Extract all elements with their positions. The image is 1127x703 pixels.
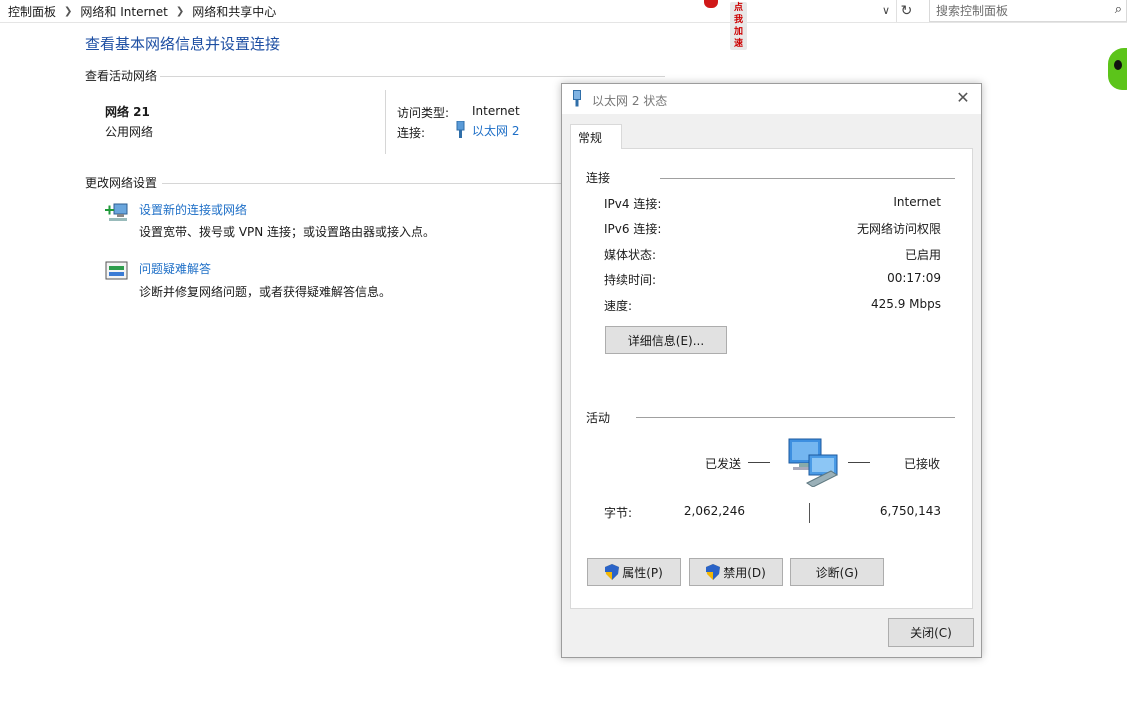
received-label: 已接收 [904, 457, 941, 471]
troubleshoot-desc: 诊断并修复网络问题，或者获得疑难解答信息。 [139, 285, 392, 299]
chevron-right-icon[interactable]: ❯ [176, 6, 184, 17]
ipv4-label: IPv4 连接: [604, 197, 662, 211]
dialog-title: 以太网 2 状态 [592, 94, 668, 108]
refresh-button[interactable]: ↻ [896, 0, 916, 22]
network-name: 网络 21 [105, 105, 150, 119]
tab-general[interactable]: 常规 [570, 124, 622, 149]
activity-line-left [748, 462, 770, 463]
search-icon[interactable]: ⌕ [1115, 2, 1122, 17]
troubleshoot-icon [105, 261, 128, 280]
setup-connection-desc: 设置宽带、拨号或 VPN 连接；或设置路由器或接入点。 [139, 225, 436, 239]
uac-shield-icon [706, 564, 721, 580]
mascot-icon [1108, 48, 1127, 90]
breadcrumb-item-network-internet[interactable]: 网络和 Internet [80, 3, 167, 20]
bytes-sent-value: 2,062,246 [683, 504, 745, 518]
sent-label: 已发送 [705, 457, 742, 471]
group-divider [660, 178, 955, 179]
ethernet-plug-icon [573, 90, 581, 107]
duration-label: 持续时间: [604, 273, 657, 287]
connection-link[interactable]: 以太网 2 [455, 121, 519, 139]
ethernet-status-dialog: 以太网 2 状态 ✕ 常规 连接 IPv4 连接: Internet IPv6 … [561, 83, 982, 658]
dialog-titlebar[interactable]: 以太网 2 状态 ✕ [562, 84, 981, 114]
bytes-label: 字节: [604, 506, 633, 520]
access-type-label: 访问类型: [397, 106, 450, 120]
speed-label: 速度: [604, 299, 633, 313]
properties-button[interactable]: 属性(P) [587, 558, 681, 586]
breadcrumb: 控制面板 ❯ 网络和 Internet ❯ 网络和共享中心 [8, 3, 276, 20]
ipv6-value: 无网络访问权限 [856, 222, 941, 236]
duration-value: 00:17:09 [887, 271, 941, 285]
properties-button-label: 属性(P) [622, 565, 663, 580]
bytes-divider [809, 503, 810, 523]
promo-label[interactable]: 点我加速 [730, 2, 748, 50]
ipv4-value: Internet [893, 195, 941, 209]
chevron-right-icon[interactable]: ❯ [64, 6, 72, 17]
close-icon[interactable]: ✕ [953, 88, 973, 108]
disable-button-label: 禁用(D) [723, 565, 766, 580]
disable-button[interactable]: 禁用(D) [689, 558, 783, 586]
active-networks-heading: 查看活动网络 [85, 69, 158, 83]
connection-link-label[interactable]: 以太网 2 [472, 122, 519, 139]
close-button[interactable]: 关闭(C) [888, 618, 974, 647]
media-state-value: 已启用 [904, 248, 941, 262]
activity-line-right [848, 462, 870, 463]
search-box: ⌕ [929, 0, 1127, 22]
troubleshoot-link[interactable]: 问题疑难解答 [139, 260, 211, 277]
tab-panel: 连接 IPv4 连接: Internet IPv6 连接: 无网络访问权限 媒体… [570, 148, 973, 609]
network-divider [385, 90, 386, 154]
speed-value: 425.9 Mbps [870, 297, 941, 311]
access-type-value: Internet [472, 104, 520, 118]
refresh-icon: ↻ [900, 3, 913, 19]
address-dropdown-button[interactable]: ∨ [877, 0, 895, 22]
promo-logo-icon [704, 0, 718, 8]
change-settings-heading: 更改网络设置 [85, 176, 158, 190]
breadcrumb-item-network-sharing-center[interactable]: 网络和共享中心 [192, 3, 276, 20]
activity-group-title: 活动 [586, 411, 611, 425]
network-category: 公用网络 [105, 125, 154, 139]
connection-label: 连接: [397, 126, 426, 140]
bytes-received-value: 6,750,143 [879, 504, 941, 518]
section-divider [162, 183, 562, 184]
details-button[interactable]: 详细信息(E)... [605, 326, 727, 354]
ethernet-plug-icon [456, 121, 465, 138]
page-title: 查看基本网络信息并设置连接 [85, 35, 281, 53]
uac-shield-icon [605, 564, 620, 580]
new-connection-icon [105, 203, 128, 221]
breadcrumb-item-control-panel[interactable]: 控制面板 [8, 3, 56, 20]
connection-group-title: 连接 [586, 171, 611, 185]
section-divider [160, 76, 665, 77]
network-activity-icon [788, 438, 838, 487]
address-bar: 控制面板 ❯ 网络和 Internet ❯ 网络和共享中心 点我加速 ∨ ↻ ⌕ [0, 0, 1127, 50]
search-input[interactable] [936, 3, 1106, 19]
setup-connection-link[interactable]: 设置新的连接或网络 [139, 201, 247, 218]
diagnose-button[interactable]: 诊断(G) [790, 558, 884, 586]
media-state-label: 媒体状态: [604, 248, 657, 262]
group-divider [636, 417, 955, 418]
ipv6-label: IPv6 连接: [604, 222, 662, 236]
